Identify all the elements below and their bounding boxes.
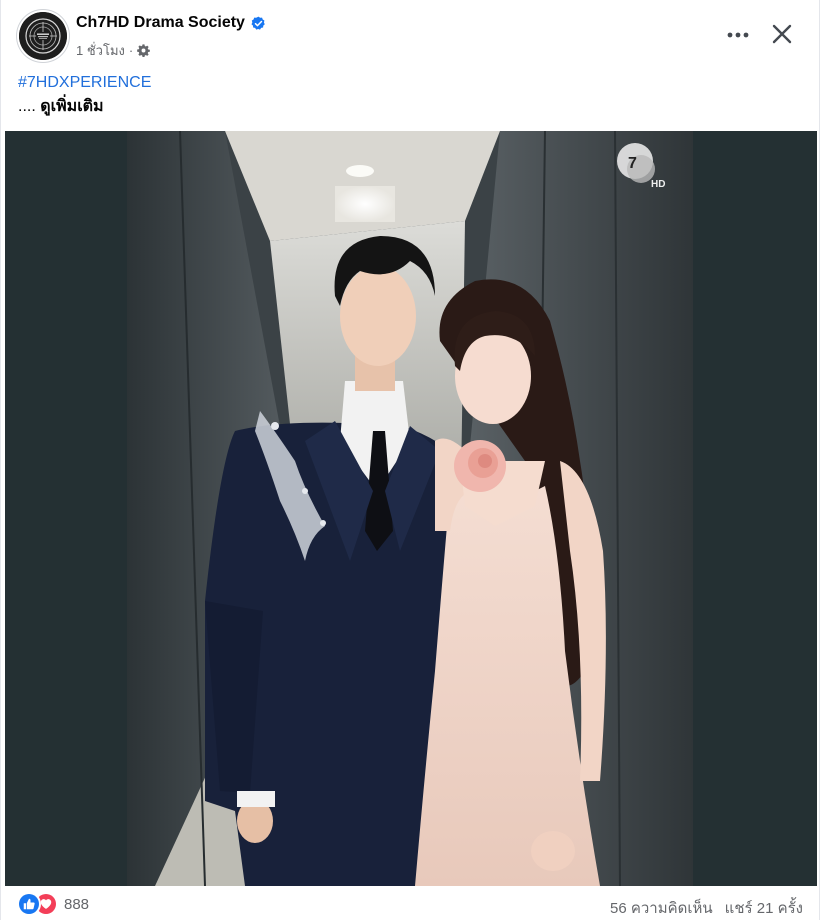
page-name-row: Ch7HD Drama Society — [76, 14, 266, 32]
page-name-link[interactable]: Ch7HD Drama Society — [76, 14, 245, 32]
reaction-count: 888 — [64, 895, 90, 913]
verified-badge-icon — [251, 16, 266, 31]
gear-icon[interactable] — [137, 44, 151, 58]
close-icon — [772, 24, 792, 44]
see-more-row: .... ดูเพิ่มเติม — [18, 95, 798, 119]
like-reaction-icon — [19, 894, 39, 914]
photo-image: 7 HD — [5, 131, 817, 886]
post-card: Ch7HD Drama Society 1 ชั่วโมง · #7HDXPER… — [0, 0, 820, 920]
post-header: Ch7HD Drama Society 1 ชั่วโมง · — [1, 0, 820, 70]
watermark-text: HD — [651, 179, 665, 190]
post-timestamp[interactable]: 1 ชั่วโมง — [76, 40, 125, 61]
post-text: #7HDXPERIENCE .... ดูเพิ่มเติม — [18, 71, 798, 119]
reactions-summary[interactable]: 888 — [19, 894, 89, 914]
post-footer: 888 56 ความคิดเห็น แชร์ 21 ครั้ง — [1, 886, 820, 920]
meta-separator: · — [128, 43, 134, 58]
love-reaction-icon — [36, 894, 56, 914]
close-button[interactable] — [763, 15, 801, 53]
page-avatar[interactable] — [19, 12, 67, 60]
page-logo-icon — [19, 12, 67, 60]
engagement-stats: 56 ความคิดเห็น แชร์ 21 ครั้ง — [610, 896, 803, 920]
more-options-button[interactable] — [719, 17, 757, 53]
more-options-icon — [727, 32, 749, 38]
post-meta: 1 ชั่วโมง · — [76, 40, 151, 61]
post-photo[interactable]: 7 HD — [5, 131, 817, 886]
hashtag-link[interactable]: #7HDXPERIENCE — [18, 71, 798, 95]
shares-count-link[interactable]: แชร์ 21 ครั้ง — [725, 896, 803, 920]
comments-count-link[interactable]: 56 ความคิดเห็น — [610, 896, 713, 920]
ellipsis-text: .... — [18, 98, 36, 115]
see-more-link[interactable]: ดูเพิ่มเติม — [40, 98, 103, 115]
watermark-number: 7 — [628, 155, 637, 172]
